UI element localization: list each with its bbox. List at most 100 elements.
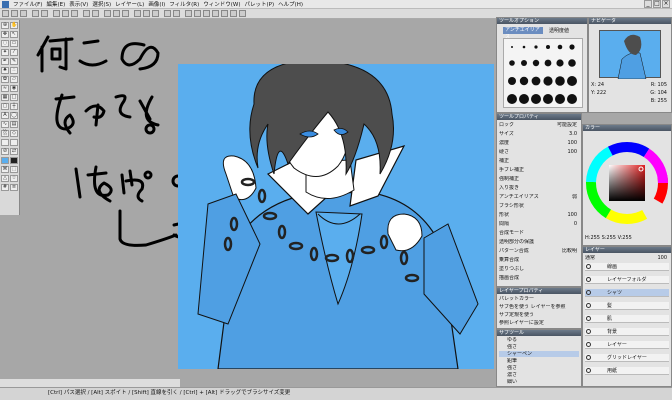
eye-icon[interactable] xyxy=(586,264,591,269)
airbrush-tool-icon[interactable]: ∴ xyxy=(10,67,18,74)
select-pen-tool-icon[interactable]: ◇ xyxy=(10,130,18,137)
sub-tool-item[interactable]: 鉛筆 xyxy=(499,358,579,364)
black-swatch-icon[interactable] xyxy=(10,157,18,164)
layer-prop-row[interactable]: サブ定規を使う xyxy=(499,312,579,318)
layer-item[interactable]: レイヤー xyxy=(585,341,669,349)
move-tool-icon[interactable]: ✥ xyxy=(1,31,9,38)
ruler-icon[interactable] xyxy=(173,10,180,17)
menu-window[interactable]: ウィンドウ(W) xyxy=(201,0,242,8)
eye-icon[interactable] xyxy=(586,368,591,373)
fill-icon[interactable] xyxy=(221,10,228,17)
copy-icon[interactable] xyxy=(62,10,69,17)
tool-prop-row[interactable]: 形状 100 xyxy=(499,212,579,218)
invert-selection-icon[interactable] xyxy=(92,10,99,17)
pen-tool-icon[interactable]: ✒ xyxy=(1,58,9,65)
fill-tool-icon[interactable]: ◉ xyxy=(10,85,18,92)
crop-icon[interactable] xyxy=(203,10,210,17)
transparent-color-icon[interactable]: ⊘ xyxy=(1,148,9,155)
antialias-tab[interactable]: アンチエイリアス xyxy=(503,27,543,40)
tool-prop-row[interactable]: ブラシ形状 xyxy=(499,203,579,209)
blend-tool-icon[interactable]: ≈ xyxy=(1,85,9,92)
eye-icon[interactable] xyxy=(586,355,591,360)
object-tool-icon[interactable]: ↖ xyxy=(10,31,18,38)
brush-tool-icon[interactable]: ♠ xyxy=(1,67,9,74)
figure-tool-icon[interactable]: □ xyxy=(10,94,18,101)
tool-prop-row[interactable]: ロック 可能設定 xyxy=(499,122,579,128)
layer-prop-row[interactable]: サブ色を使う レイヤーを参照 xyxy=(499,304,579,310)
tool-prop-row[interactable]: 塗りつぶし xyxy=(499,266,579,272)
snap-icon[interactable] xyxy=(185,10,192,17)
menu-palette[interactable]: パレット(P) xyxy=(242,0,276,8)
tool-prop-row[interactable]: アンチエイリアス 弱 xyxy=(499,194,579,200)
fit-icon[interactable] xyxy=(122,10,129,17)
eyedropper-tool-icon[interactable]: ⁄ xyxy=(10,49,18,56)
tool-prop-row[interactable]: 入り抜き xyxy=(499,185,579,191)
tool-prop-row[interactable]: サイズ 3.0 xyxy=(499,131,579,137)
tool-prop-row[interactable]: 合成モード xyxy=(499,230,579,236)
tool-prop-row[interactable]: 手ブレ補正 xyxy=(499,167,579,173)
eye-icon[interactable] xyxy=(586,303,591,308)
eye-icon[interactable] xyxy=(586,277,591,282)
sub-tool-item[interactable]: 強さ xyxy=(499,365,579,371)
rotate-left-icon[interactable] xyxy=(134,10,141,17)
gradient-tool-icon[interactable]: ▦ xyxy=(1,94,9,101)
menu-layer[interactable]: レイヤー(L) xyxy=(113,0,146,8)
pencil-tool-icon[interactable]: ✎ xyxy=(10,58,18,65)
undo-icon[interactable] xyxy=(32,10,39,17)
shape-tool-icon[interactable]: △ xyxy=(1,175,9,182)
cut-icon[interactable] xyxy=(53,10,60,17)
new-icon[interactable] xyxy=(2,10,9,17)
tool-prop-row[interactable]: 補正 xyxy=(499,158,579,164)
hand-tool-icon[interactable]: ✋ xyxy=(10,22,18,29)
tool-prop-row[interactable]: 乗算合成 xyxy=(499,257,579,263)
navigator-preview[interactable] xyxy=(599,30,661,80)
sub-tool-item[interactable]: 強さ xyxy=(499,344,579,350)
marquee-tool-icon[interactable]: ▭ xyxy=(10,40,18,47)
minimize-button[interactable]: _ xyxy=(644,0,652,8)
snap-special-icon[interactable] xyxy=(194,10,201,17)
clear-icon[interactable] xyxy=(230,10,237,17)
eraser-tool-icon[interactable]: ▱ xyxy=(10,76,18,83)
line-correct-tool-icon[interactable]: ∿ xyxy=(1,121,9,128)
open-icon[interactable] xyxy=(11,10,18,17)
color-swatch-icon[interactable] xyxy=(1,157,9,164)
lasso-tool-icon[interactable]: ◌ xyxy=(1,40,9,47)
balloon-tool-icon[interactable]: ◯ xyxy=(10,112,18,119)
layer-item[interactable]: 肌 xyxy=(585,315,669,323)
tone-tool-icon[interactable]: ░ xyxy=(1,130,9,137)
menu-help[interactable]: ヘルプ(H) xyxy=(276,0,305,8)
main-color-icon[interactable] xyxy=(1,139,9,146)
maximize-button[interactable]: □ xyxy=(653,0,661,8)
tool-prop-row[interactable]: 透明部分の保護 xyxy=(499,239,579,245)
close-button[interactable]: × xyxy=(662,0,670,8)
paste-icon[interactable] xyxy=(71,10,78,17)
deselect-icon[interactable] xyxy=(83,10,90,17)
zoom-in-icon[interactable] xyxy=(104,10,111,17)
layer-item[interactable]: グリッドレイヤー xyxy=(585,354,669,362)
layer-prop-row[interactable]: 参照レイヤーに設定 xyxy=(499,320,579,326)
sub-tool-item[interactable]: ゆる xyxy=(499,337,579,343)
eye-icon[interactable] xyxy=(586,290,591,295)
transform-icon[interactable] xyxy=(212,10,219,17)
redo-icon[interactable] xyxy=(41,10,48,17)
layer-item[interactable]: シャツ xyxy=(585,289,669,297)
tool-prop-row[interactable]: パターン合成 比較明 xyxy=(499,248,579,254)
menu-edit[interactable]: 編集(E) xyxy=(44,0,67,8)
layer-item[interactable]: 背景 xyxy=(585,328,669,336)
menu-view[interactable]: 表示(V) xyxy=(67,0,90,8)
sub-color-icon[interactable] xyxy=(10,139,18,146)
flip-icon[interactable] xyxy=(152,10,159,17)
frame-tool-icon[interactable]: ▢ xyxy=(1,103,9,110)
pattern-tool-icon[interactable]: ▤ xyxy=(10,121,18,128)
tool-prop-row[interactable]: 描画合成 xyxy=(499,275,579,281)
clip-tool-icon[interactable]: ⌘ xyxy=(1,166,9,173)
menu-image[interactable]: 画像(I) xyxy=(146,0,167,8)
ruler-tool-icon[interactable]: ┼ xyxy=(10,103,18,110)
lock-icon[interactable] xyxy=(239,10,246,17)
tool-prop-row[interactable]: 強制補正 xyxy=(499,176,579,182)
drawing-canvas[interactable] xyxy=(178,64,494,369)
color-wheel[interactable] xyxy=(583,133,671,233)
zoom-tool-icon[interactable]: ⊕ xyxy=(1,22,9,29)
sub-tool-item[interactable]: 濃さ xyxy=(499,372,579,378)
grid-tool-icon[interactable]: # xyxy=(1,184,9,191)
